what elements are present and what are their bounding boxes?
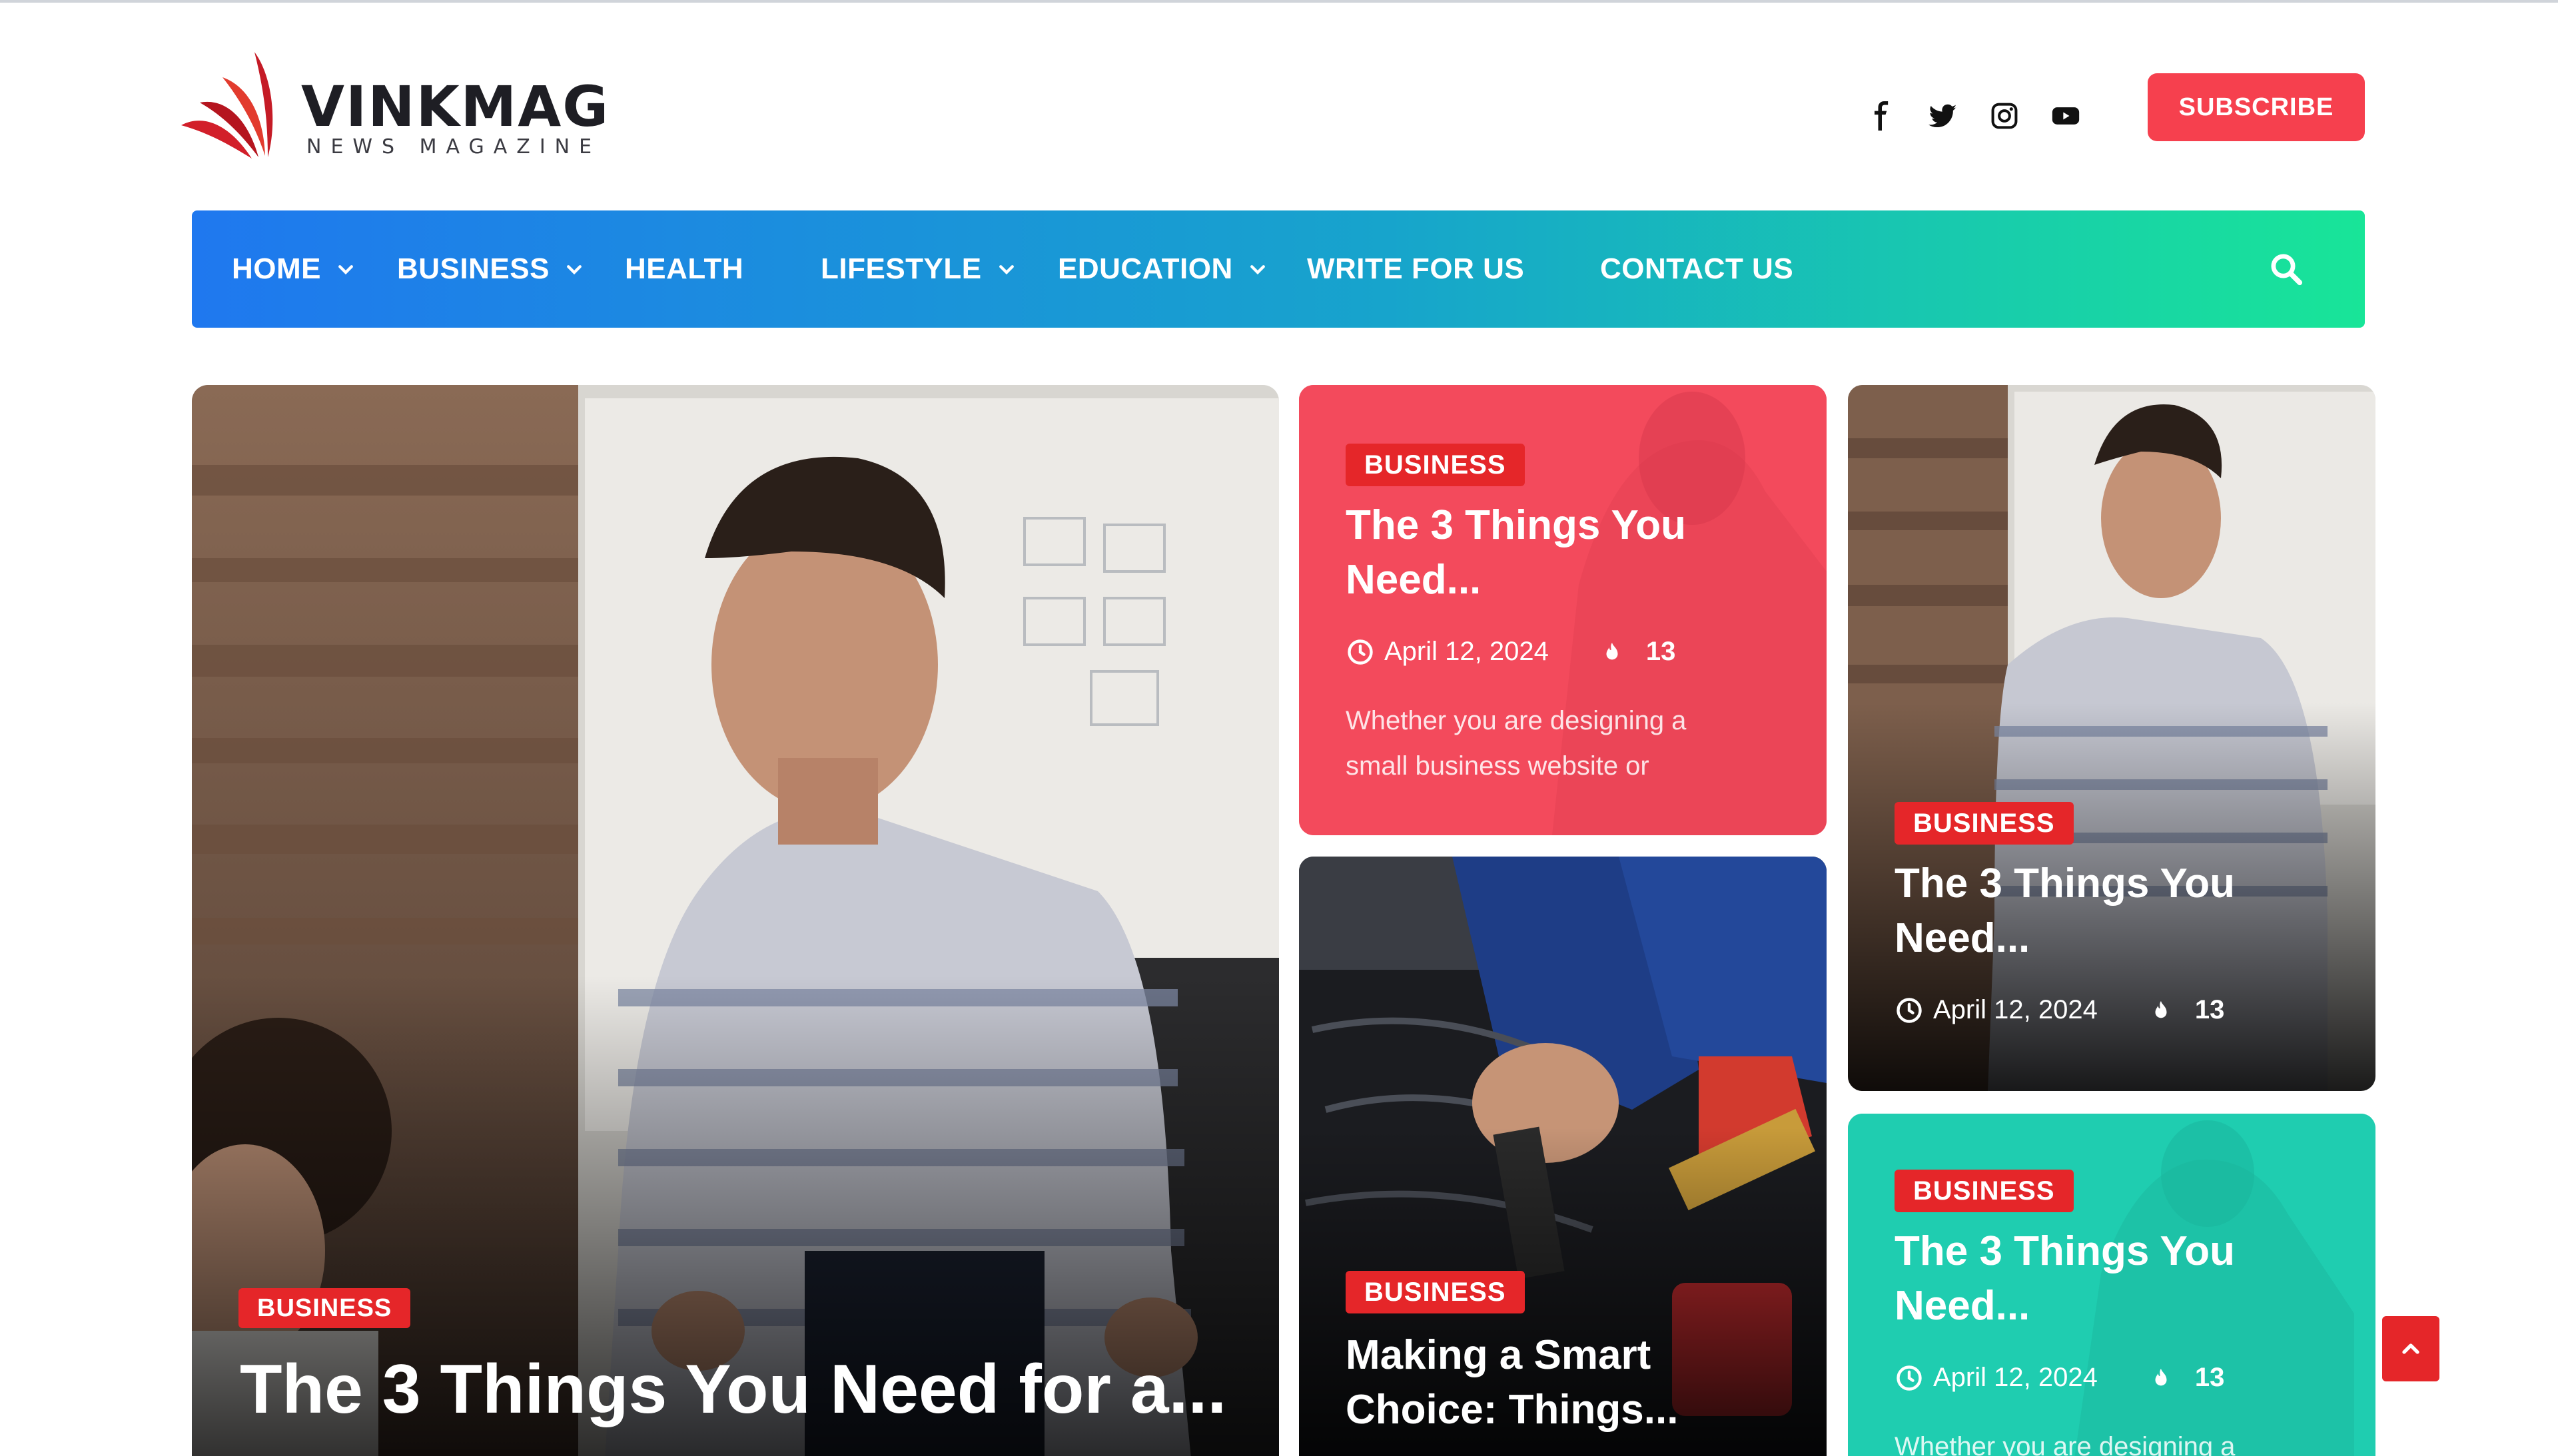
post-image	[1848, 385, 2375, 1091]
post-excerpt: Whether you are designing a	[1895, 1432, 2236, 1456]
nav-item-lifestyle[interactable]: LIFESTYLE	[821, 210, 1017, 328]
post-title[interactable]: Making a Smart Choice: Things...	[1346, 1328, 1779, 1437]
post-title[interactable]: The 3 Things You Need...	[1895, 857, 2308, 966]
post-meta: April 12, 2024 13	[1895, 995, 2224, 1025]
category-badge[interactable]: BUSINESS	[1346, 1271, 1525, 1313]
chevron-down-icon	[1248, 259, 1268, 279]
post-card-teal[interactable]: BUSINESS The 3 Things You Need... April …	[1848, 1114, 2375, 1456]
category-badge[interactable]: BUSINESS	[238, 1288, 411, 1328]
nav-label: EDUCATION	[1058, 252, 1233, 285]
view-count: 13	[2194, 995, 2225, 1024]
back-to-top-button[interactable]	[2382, 1316, 2439, 1381]
chevron-down-icon	[336, 259, 356, 279]
post-views: 13	[1601, 637, 1676, 667]
logo-title: VINKMAG	[301, 74, 610, 139]
post-date: April 12, 2024	[1933, 1363, 2098, 1392]
nav-item-contact-us[interactable]: CONTACT US	[1600, 210, 1793, 328]
post-card-red[interactable]: BUSINESS The 3 Things You Need... April …	[1299, 385, 1827, 835]
chevron-down-icon	[997, 259, 1017, 279]
logo-mark-icon	[181, 52, 273, 159]
social-links	[1862, 96, 2086, 136]
nav-label: HEALTH	[625, 252, 744, 285]
post-card-engine[interactable]: BUSINESS Making a Smart Choice: Things..…	[1299, 857, 1827, 1456]
post-date: April 12, 2024	[1933, 995, 2098, 1024]
youtube-icon[interactable]	[2046, 96, 2086, 136]
facebook-icon[interactable]	[1862, 96, 1902, 136]
post-title[interactable]: The 3 Things You Need...	[1895, 1224, 2308, 1333]
nav-label: HOME	[232, 252, 321, 285]
nav-label: LIFESTYLE	[821, 252, 982, 285]
logo-tagline: NEWS MAGAZINE	[306, 135, 602, 159]
category-badge[interactable]: BUSINESS	[1895, 1170, 2074, 1212]
view-count: 13	[2194, 1363, 2225, 1392]
post-views: 13	[2150, 1363, 2225, 1393]
twitter-icon[interactable]	[1923, 96, 1963, 136]
category-badge[interactable]: BUSINESS	[1346, 444, 1525, 486]
nav-label: CONTACT US	[1600, 252, 1794, 285]
main-navigation: HOME BUSINESS HEALTH LIFESTYLE EDUCATION…	[192, 210, 2365, 328]
nav-label: WRITE FOR US	[1307, 252, 1525, 285]
clock-icon	[1897, 997, 1922, 1023]
post-date: April 12, 2024	[1384, 637, 1549, 666]
post-title[interactable]: The 3 Things You Need...	[1346, 498, 1759, 607]
post-card-office[interactable]: BUSINESS The 3 Things You Need... April …	[1848, 385, 2375, 1091]
post-meta: April 12, 2024 13	[1346, 637, 1675, 667]
flame-icon	[1606, 642, 1618, 659]
view-count: 13	[1645, 637, 1676, 666]
flame-icon	[2155, 1368, 2167, 1385]
arrow-up-icon	[2402, 1343, 2419, 1354]
instagram-icon[interactable]	[1984, 96, 2024, 136]
nav-item-write-for-us[interactable]: WRITE FOR US	[1307, 210, 1524, 328]
site-logo[interactable]: VINKMAG NEWS MAGAZINE	[180, 51, 608, 171]
page: VINKMAG NEWS MAGAZINE SUBSCRIBE HOME BUS…	[0, 0, 2558, 1456]
post-views: 13	[2150, 995, 2225, 1025]
nav-item-business[interactable]: BUSINESS	[397, 210, 584, 328]
nav-item-education[interactable]: EDUCATION	[1058, 210, 1268, 328]
clock-icon	[1348, 639, 1373, 665]
category-badge[interactable]: BUSINESS	[1895, 802, 2074, 845]
search-icon[interactable]	[2262, 245, 2310, 293]
nav-label: BUSINESS	[397, 252, 550, 285]
featured-post-card[interactable]: BUSINESS The 3 Things You Need for a...	[192, 385, 1279, 1456]
post-meta: April 12, 2024 13	[1895, 1363, 2224, 1393]
featured-post-title[interactable]: The 3 Things You Need for a...	[240, 1344, 1226, 1435]
subscribe-button[interactable]: SUBSCRIBE	[2148, 73, 2365, 141]
nav-item-health[interactable]: HEALTH	[625, 210, 743, 328]
clock-icon	[1897, 1365, 1922, 1391]
post-excerpt: Whether you are designing a small busine…	[1346, 706, 1687, 781]
flame-icon	[2155, 1000, 2167, 1018]
chevron-down-icon	[564, 259, 584, 279]
nav-item-home[interactable]: HOME	[232, 210, 356, 328]
